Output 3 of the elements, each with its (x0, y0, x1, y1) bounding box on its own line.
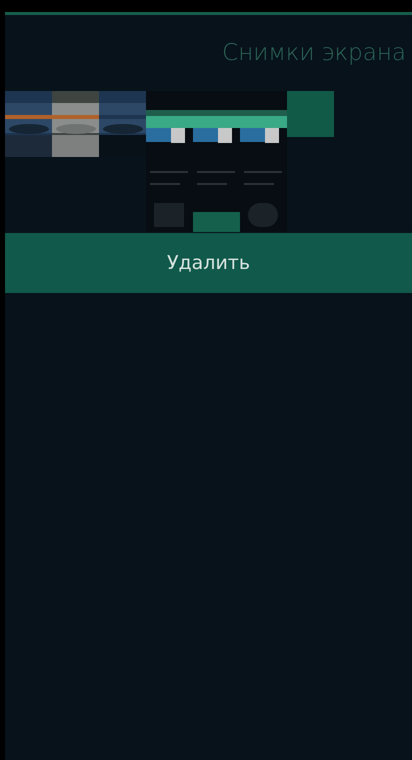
page-title: Снимки экрана (222, 40, 406, 66)
selected-thumbnail[interactable] (287, 91, 334, 137)
delete-button[interactable]: Удалить (5, 233, 412, 293)
